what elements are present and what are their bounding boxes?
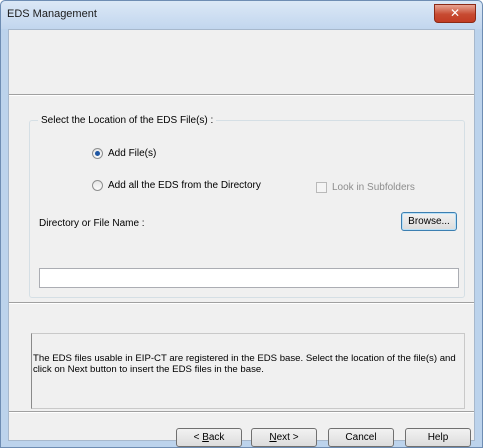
radio-add-directory-label: Add all the EDS from the Directory	[108, 180, 261, 191]
middle-separator	[9, 302, 474, 304]
window-title: EDS Management	[7, 8, 97, 20]
info-panel: The EDS files usable in EIP-CT are regis…	[31, 333, 465, 409]
radio-add-files-label: Add File(s)	[108, 148, 157, 159]
cancel-button[interactable]: Cancel	[328, 428, 394, 447]
browse-button[interactable]: Browse...	[401, 212, 457, 231]
close-icon: ✕	[449, 6, 461, 20]
info-text: The EDS files usable in EIP-CT are regis…	[33, 353, 456, 375]
back-button-prefix: <	[193, 432, 203, 443]
close-button[interactable]: ✕	[434, 4, 476, 23]
next-button[interactable]: Next >	[251, 428, 317, 447]
eds-management-window: EDS Management ✕ Select the Location of …	[0, 0, 483, 448]
directory-label: Directory or File Name :	[39, 218, 145, 229]
radio-add-directory-button[interactable]	[92, 180, 103, 191]
look-in-subfolders-label: Look in Subfolders	[332, 182, 415, 193]
header-separator	[9, 94, 474, 96]
radio-add-directory[interactable]: Add all the EDS from the Directory	[92, 180, 261, 191]
directory-or-file-input[interactable]	[39, 268, 459, 288]
back-button-label: ack	[208, 432, 225, 443]
location-group-legend: Select the Location of the EDS File(s) :	[38, 115, 217, 126]
dialog-client-area: Select the Location of the EDS File(s) :…	[8, 29, 475, 447]
footer-separator	[9, 411, 474, 413]
radio-add-files-button[interactable]	[92, 148, 103, 159]
cancel-button-label: Cancel	[345, 432, 377, 443]
back-button-accel: B	[202, 432, 209, 443]
look-in-subfolders-checkbox[interactable]: Look in Subfolders	[316, 182, 415, 193]
look-in-subfolders-box[interactable]	[316, 182, 327, 193]
back-button[interactable]: < Back	[176, 428, 242, 447]
radio-add-files[interactable]: Add File(s)	[92, 148, 156, 159]
browse-button-label: Browse...	[408, 216, 450, 227]
header-band	[9, 30, 474, 94]
help-button-label: Help	[427, 432, 449, 443]
help-button[interactable]: Help	[405, 428, 471, 447]
next-button-label: ext >	[276, 432, 299, 443]
title-bar: EDS Management ✕	[1, 1, 482, 29]
next-button-accel: N	[269, 432, 277, 443]
